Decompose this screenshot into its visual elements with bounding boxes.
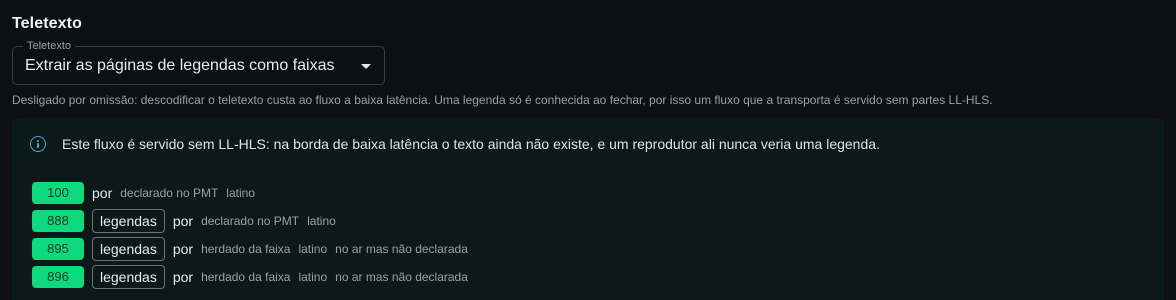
info-panel: Este fluxo é servido sem LL-HLS: na bord… xyxy=(12,118,1164,300)
script-note: latino xyxy=(307,214,336,228)
subtitles-tag: legendas xyxy=(92,237,165,261)
section-title: Teletexto xyxy=(12,15,82,32)
subtitles-tag: legendas xyxy=(92,209,165,233)
script-note: latino xyxy=(298,270,328,284)
pid-row: 895 legendas por herdado da faixa latino… xyxy=(32,237,476,261)
source-note: herdado da faixa xyxy=(201,242,291,256)
source-note: declarado no PMT xyxy=(120,186,219,200)
teletext-settings: Teletexto Teletexto Extrair as páginas d… xyxy=(0,0,1176,300)
teletext-mode-select[interactable]: Teletexto Extrair as páginas de legendas… xyxy=(12,39,385,85)
info-circle-icon xyxy=(30,136,46,152)
info-message: Este fluxo é servido sem LL-HLS: na bord… xyxy=(30,136,880,152)
caret-down-icon xyxy=(361,64,371,69)
subtitles-tag: legendas xyxy=(92,265,165,289)
language-code: por xyxy=(172,269,194,285)
script-note: latino xyxy=(298,242,328,256)
select-value: Extrair as páginas de legendas como faix… xyxy=(25,57,335,74)
pid-badge: 895 xyxy=(32,238,84,260)
language-code: por xyxy=(172,213,194,229)
select-legend: Teletexto xyxy=(23,39,76,53)
pid-list: 100 por declarado no PMT latino 888 lege… xyxy=(32,181,476,293)
pid-badge: 888 xyxy=(32,210,84,232)
helper-text: Desligado por omissão: descodificar o te… xyxy=(12,93,993,107)
pid-badge: 896 xyxy=(32,266,84,288)
info-text: Este fluxo é servido sem LL-HLS: na bord… xyxy=(62,136,880,152)
status-note: no ar mas não declarada xyxy=(335,270,468,284)
status-note: no ar mas não declarada xyxy=(335,242,468,256)
script-note: latino xyxy=(226,186,255,200)
source-note: declarado no PMT xyxy=(201,214,300,228)
language-code: por xyxy=(92,185,113,201)
pid-row: 896 legendas por herdado da faixa latino… xyxy=(32,265,476,289)
pid-row: 100 por declarado no PMT latino xyxy=(32,181,476,205)
source-note: herdado da faixa xyxy=(201,270,291,284)
language-code: por xyxy=(172,241,194,257)
pid-badge: 100 xyxy=(32,182,84,204)
pid-row: 888 legendas por declarado no PMT latino xyxy=(32,209,476,233)
